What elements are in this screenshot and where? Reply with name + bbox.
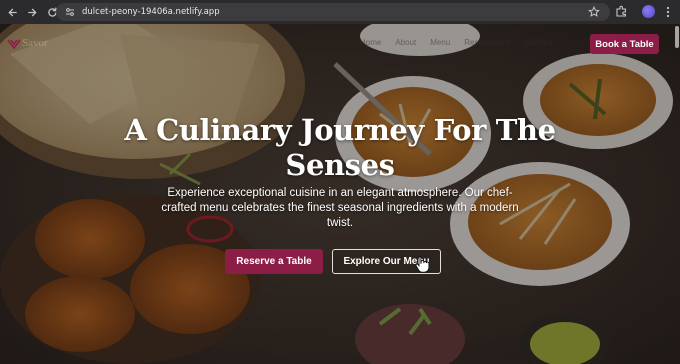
bookmark-star-icon[interactable]	[588, 6, 600, 18]
nav-link-about[interactable]: About	[395, 38, 416, 47]
hand-pointer-cursor-icon	[415, 256, 429, 273]
nav-link-contact[interactable]: Contact	[525, 38, 553, 47]
nav-links: Home About Menu Reservations Contact	[360, 38, 553, 47]
nav-link-menu[interactable]: Menu	[430, 38, 450, 47]
book-table-button[interactable]: Book a Table	[590, 34, 659, 54]
nav-link-home[interactable]: Home	[360, 38, 381, 47]
url-text: dulcet-peony-19406a.netlify.app	[82, 7, 220, 17]
back-arrow-icon[interactable]	[4, 4, 20, 20]
site-navbar: Savor Home About Menu Reservations Conta…	[0, 32, 680, 56]
reserve-table-button[interactable]: Reserve a Table	[225, 249, 323, 274]
hero-title: A Culinary Journey For The Senses	[124, 113, 556, 182]
hero-subtitle: Experience exceptional cuisine in an ele…	[161, 187, 519, 229]
page-scrollbar[interactable]	[675, 26, 679, 48]
logo-text[interactable]: Savor	[22, 37, 48, 49]
browser-toolbar: dulcet-peony-19406a.netlify.app	[0, 0, 680, 24]
address-bar[interactable]: dulcet-peony-19406a.netlify.app	[56, 3, 610, 21]
nav-link-reservations[interactable]: Reservations	[464, 38, 511, 47]
site-info-icon[interactable]	[62, 4, 78, 20]
logo-icon[interactable]	[7, 38, 21, 50]
menu-kebab-icon[interactable]	[664, 5, 672, 19]
profile-avatar[interactable]	[642, 5, 655, 18]
hero-section: Savor Home About Menu Reservations Conta…	[0, 24, 680, 364]
forward-arrow-icon[interactable]	[24, 4, 40, 20]
extensions-icon[interactable]	[615, 5, 628, 18]
